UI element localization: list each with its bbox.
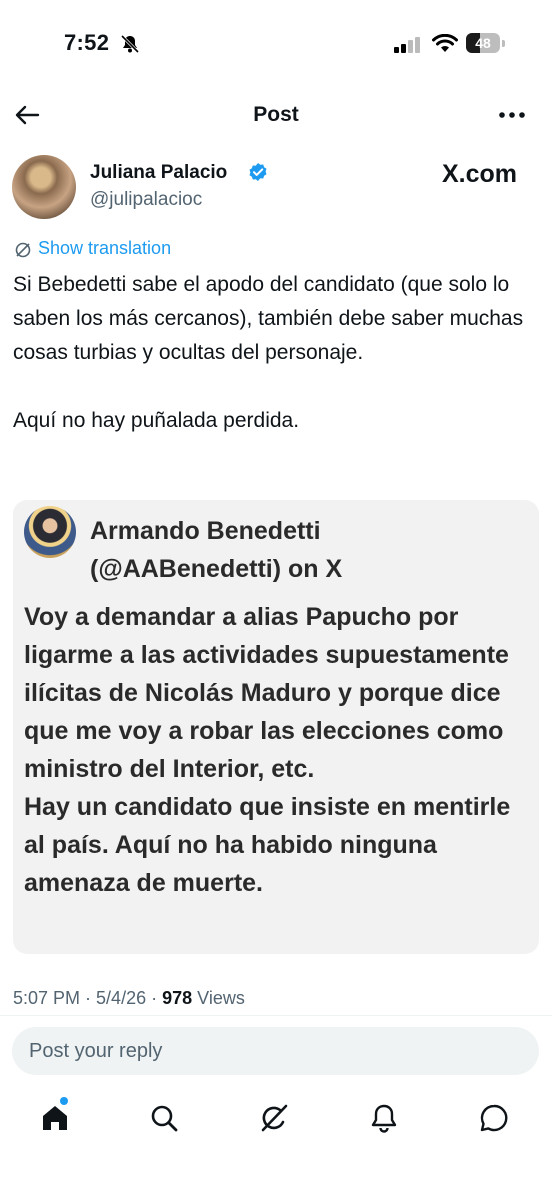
divider	[0, 1015, 552, 1016]
quoted-author-avatar	[24, 506, 76, 558]
meta-separator: ·	[146, 988, 163, 1008]
battery-icon: 48	[466, 33, 500, 53]
author-handle[interactable]: @julipalacioc	[90, 189, 202, 211]
home-icon[interactable]	[37, 1100, 73, 1136]
grok-icon[interactable]	[256, 1100, 292, 1136]
battery-level: 48	[475, 35, 491, 51]
more-options-icon[interactable]	[498, 108, 526, 126]
quoted-author-name: Armando Benedetti	[90, 517, 321, 545]
page-title: Post	[253, 103, 299, 126]
source-watermark: X.com	[442, 160, 518, 188]
cellular-signal-icon	[394, 37, 422, 58]
views-count[interactable]: 978	[162, 988, 192, 1008]
wifi-icon	[432, 33, 458, 59]
quoted-paragraph: Voy a demandar a alias Papucho por ligar…	[24, 603, 509, 783]
author-avatar[interactable]	[12, 155, 76, 219]
meta-separator: ·	[80, 988, 97, 1008]
post-date: 5/4/26	[96, 988, 147, 1008]
notifications-icon[interactable]	[366, 1100, 402, 1136]
translate-icon[interactable]	[14, 241, 32, 264]
post-text: Si Bebedetti sabe el apodo del candidato…	[13, 268, 543, 438]
quoted-paragraph: Hay un candidato que insiste en mentirle…	[24, 793, 511, 897]
search-icon[interactable]	[146, 1100, 182, 1136]
quoted-author-handle: (@AABenedetti) on X	[90, 555, 343, 583]
post-meta: 5:07 PM · 5/4/26 · 978 Views	[13, 988, 245, 1009]
home-notification-dot	[60, 1097, 68, 1105]
quoted-author: Armando Benedetti (@AABenedetti) on X	[90, 512, 342, 588]
post-paragraph: Aquí no hay puñalada perdida.	[13, 409, 300, 432]
messages-icon[interactable]	[476, 1100, 512, 1136]
quoted-text: Voy a demandar a alias Papucho por ligar…	[24, 598, 524, 902]
post-paragraph: Si Bebedetti sabe el apodo del candidato…	[13, 273, 524, 364]
author-name[interactable]: Juliana Palacio	[90, 162, 227, 184]
battery-cap	[502, 40, 505, 47]
views-label: Views	[197, 988, 245, 1008]
post-time: 5:07 PM	[13, 988, 81, 1008]
verified-badge-icon	[248, 162, 268, 187]
status-time: 7:52	[64, 30, 110, 55]
show-translation-link[interactable]: Show translation	[38, 238, 171, 259]
bell-muted-icon	[120, 34, 140, 59]
reply-placeholder: Post your reply	[29, 1040, 163, 1062]
